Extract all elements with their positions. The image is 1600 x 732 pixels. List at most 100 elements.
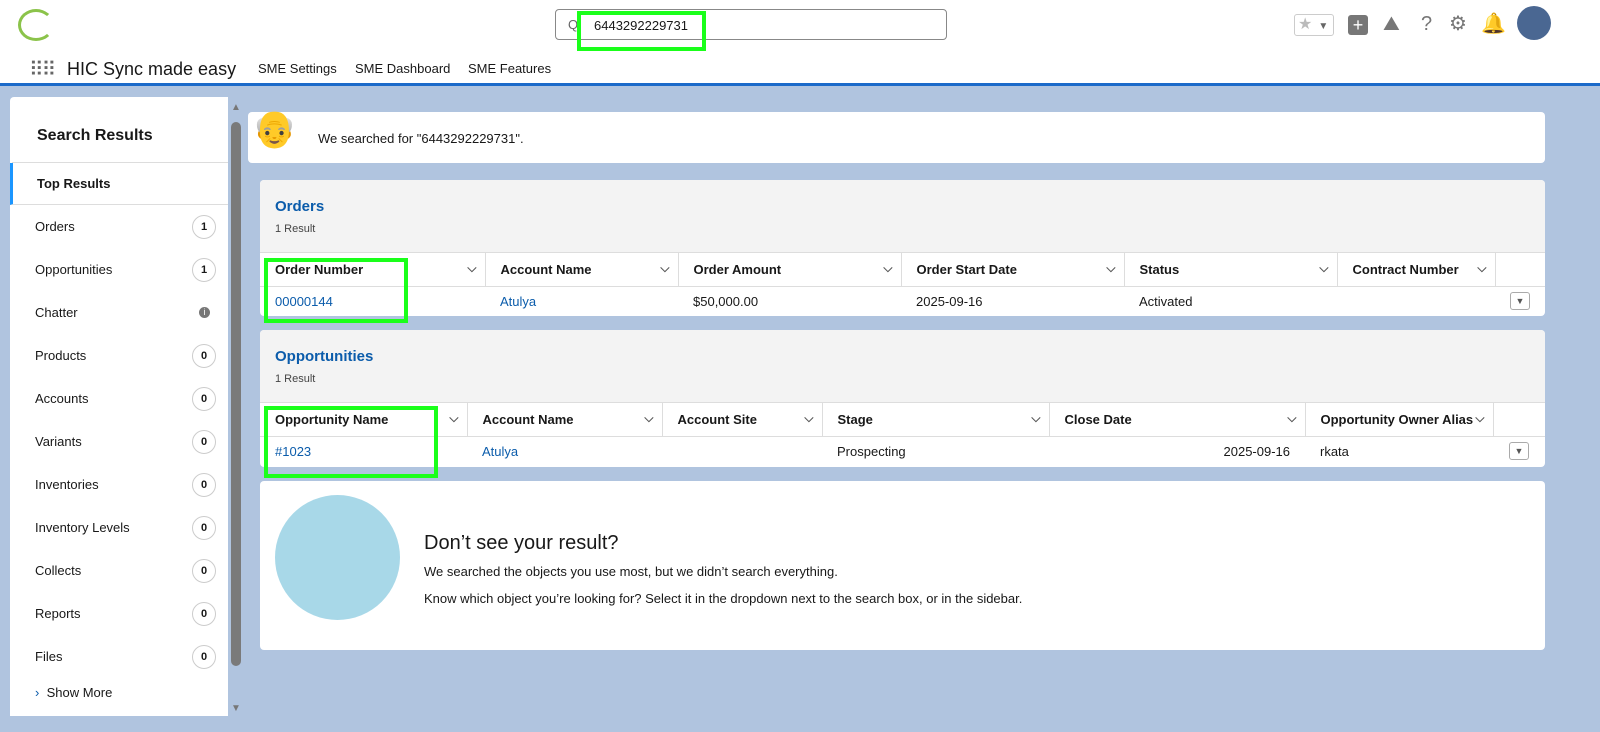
column-header[interactable]: Order Amount ⌵ <box>678 253 902 287</box>
chevron-down-icon[interactable]: ⌵ <box>660 261 669 276</box>
sidebar-item-label: Collects <box>35 563 82 578</box>
cell: $50,000.00 <box>693 293 759 309</box>
favorites-star-icon[interactable]: ★ ▼ <box>1294 14 1334 36</box>
column-label: Opportunity Name <box>275 411 389 427</box>
chevron-down-icon[interactable]: ⌵ <box>1287 411 1296 426</box>
sidebar-item[interactable]: Accounts 0 <box>10 377 228 420</box>
bell-icon[interactable]: 🔔 <box>1481 14 1506 34</box>
nav-sme-settings[interactable]: SME Settings <box>258 61 337 76</box>
column-header[interactable]: Status ⌵ <box>1124 253 1338 287</box>
column-header[interactable]: Close Date ⌵ <box>1049 403 1306 437</box>
chevron-down-icon[interactable]: ⌵ <box>883 261 892 276</box>
sidebar-item[interactable]: Inventory Levels 0 <box>10 506 228 549</box>
chevron-down-icon[interactable]: ⌵ <box>804 411 813 426</box>
sidebar-item[interactable]: Files 0 <box>10 635 228 678</box>
column-header[interactable]: Order Number ⌵ <box>260 253 486 287</box>
chevron-down-icon[interactable]: ⌵ <box>644 411 653 426</box>
count-badge: 0 <box>192 559 216 583</box>
column-header[interactable]: Opportunity Owner Alias ⌵ <box>1305 403 1494 437</box>
count-badge: 0 <box>192 473 216 497</box>
column-label: Order Number <box>275 261 364 277</box>
cell: Prospecting <box>837 443 906 459</box>
trailhead-icon[interactable]: ⛰ <box>1383 14 1400 34</box>
einstein-icon: 👴 <box>252 108 297 149</box>
nav-sme-features[interactable]: SME Features <box>468 61 551 76</box>
table-row: 00000144 Atulya $50,000.00 2025-09-16 Activa… <box>260 286 1545 316</box>
column-label: Order Amount <box>693 261 782 277</box>
cell[interactable]: #1023 <box>275 444 311 459</box>
column-label: Opportunity Owner Alias <box>1320 411 1474 427</box>
cell: Activated <box>1139 293 1193 309</box>
chevron-down-icon[interactable]: ⌵ <box>1477 261 1486 276</box>
cell: 2025-09-16 <box>916 293 983 309</box>
chevron-down-icon[interactable]: ⌵ <box>1319 261 1328 276</box>
sidebar-item[interactable]: Variants 0 <box>10 420 228 463</box>
sidebar-item-label: Files <box>35 649 63 664</box>
nav-sme-dashboard[interactable]: SME Dashboard <box>355 61 450 76</box>
sidebar-item[interactable]: Opportunities 1 <box>10 248 228 291</box>
column-label: Close Date <box>1064 411 1132 427</box>
column-label: Account Site <box>677 411 757 427</box>
cell[interactable]: Atulya <box>500 294 536 309</box>
cell[interactable]: 00000144 <box>275 294 333 309</box>
banner-text: We searched for "6443292229731". <box>318 131 524 146</box>
orders-title[interactable]: Orders <box>275 198 1530 215</box>
opportunities-card: Opportunities 1 Result Opportunity Name ⌵ A… <box>260 330 1545 467</box>
empty-line2: Know which object you’re looking for? Se… <box>424 591 1023 606</box>
column-label: Account Name <box>500 261 592 277</box>
sidebar-item-label: Accounts <box>35 391 89 406</box>
sidebar-item[interactable]: Orders 1 <box>10 205 228 248</box>
column-header[interactable]: Stage ⌵ <box>822 403 1050 437</box>
column-header[interactable]: Contract Number ⌵ <box>1337 253 1496 287</box>
chevron-down-icon[interactable]: ⌵ <box>1031 411 1040 426</box>
sidebar-item-label: Inventory Levels <box>35 520 130 535</box>
global-header: Q 6443292229731 ★ ▼ + ⛰ ? ⚙ 🔔 ⠿⠿ HIC Sync… <box>0 0 1600 86</box>
orders-card: Orders 1 Result Order Number ⌵ Account Name… <box>260 180 1545 316</box>
scrollbar-thumb[interactable] <box>231 122 241 666</box>
sidebar-item-top-results[interactable]: Top Results <box>10 163 228 205</box>
sidebar-item[interactable]: Reports 0 <box>10 592 228 635</box>
column-header[interactable]: Order Start Date ⌵ <box>901 253 1125 287</box>
app-logo[interactable] <box>18 9 54 41</box>
show-more-link[interactable]: › Show More <box>10 678 228 708</box>
help-icon[interactable]: ? <box>1421 14 1432 34</box>
search-banner: 👴 We searched for "6443292229731". <box>248 108 1545 163</box>
count-badge: 0 <box>192 387 216 411</box>
sidebar-item[interactable]: Inventories 0 <box>10 463 228 506</box>
column-header[interactable]: Opportunity Name ⌵ <box>260 403 468 437</box>
sidebar-item-label: Chatter <box>35 305 78 320</box>
cell[interactable]: Atulya <box>482 444 518 459</box>
sidebar-item-label: Reports <box>35 606 81 621</box>
sidebar-item[interactable]: Products 0 <box>10 334 228 377</box>
app-launcher-icon[interactable]: ⠿⠿ <box>29 57 56 82</box>
sidebar-item-label: Inventories <box>35 477 99 492</box>
chevron-down-icon[interactable]: ⌵ <box>467 261 476 276</box>
count-badge: 0 <box>192 645 216 669</box>
count-badge: 0 <box>192 602 216 626</box>
column-label: Status <box>1139 261 1180 277</box>
count-badge: 0 <box>192 516 216 540</box>
no-results-card: Don’t see your result? We searched the o… <box>260 481 1545 650</box>
add-icon[interactable]: + <box>1348 15 1368 35</box>
row-actions-button[interactable]: ▼ <box>1509 442 1529 461</box>
opportunities-count: 1 Result <box>275 373 316 385</box>
column-header[interactable]: Account Site ⌵ <box>662 403 823 437</box>
avatar[interactable] <box>1517 6 1551 40</box>
chevron-down-icon[interactable]: ⌵ <box>449 411 458 426</box>
chevron-down-icon[interactable]: ⌵ <box>1475 411 1484 426</box>
column-label: Account Name <box>482 411 574 427</box>
cell: rkata <box>1320 443 1349 459</box>
app-name: HIC Sync made easy <box>67 59 237 79</box>
count-badge: 0 <box>192 344 216 368</box>
column-header[interactable]: Account Name ⌵ <box>467 403 663 437</box>
gear-icon[interactable]: ⚙ <box>1449 14 1467 34</box>
sidebar-item[interactable]: Collects 0 <box>10 549 228 592</box>
column-header[interactable]: Account Name ⌵ <box>485 253 679 287</box>
einstein-binoculars-illustration <box>275 495 400 620</box>
global-search-input[interactable]: Q 6443292229731 <box>555 9 947 40</box>
sidebar-item[interactable]: Chatter i <box>10 291 228 334</box>
chevron-down-icon[interactable]: ⌵ <box>1106 261 1115 276</box>
row-actions-button[interactable]: ▼ <box>1510 292 1530 311</box>
opportunities-title[interactable]: Opportunities <box>275 348 1530 365</box>
show-more-label: Show More <box>46 685 113 700</box>
